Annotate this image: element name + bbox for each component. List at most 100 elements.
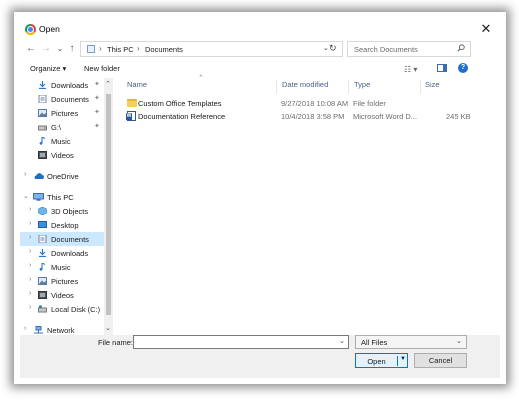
quick-access-pictures[interactable]: Pictures ✦ (20, 106, 104, 120)
chevron-down-icon[interactable]: ⌄ (456, 337, 462, 345)
nav-onedrive[interactable]: › OneDrive (20, 169, 104, 183)
nav-this-pc[interactable]: ⌄ This PC (20, 190, 104, 204)
expand-chevron-icon[interactable]: › (24, 325, 26, 332)
desktop-icon (38, 221, 47, 228)
title-bar (20, 18, 500, 42)
organize-button[interactable]: Organize ▾ (30, 64, 66, 73)
quick-access-music[interactable]: Music (20, 134, 104, 148)
nav-network[interactable]: › Network (20, 323, 104, 335)
music-note-icon (39, 263, 46, 271)
column-header-date[interactable]: Date modified (282, 80, 328, 96)
file-row[interactable]: Documentation Reference 10/4/2018 3:58 P… (121, 110, 471, 123)
file-name-input[interactable]: ⌄ (133, 335, 349, 349)
nav-3d-objects[interactable]: › 3D Objects (20, 204, 104, 218)
disk-icon (38, 305, 47, 313)
refresh-icon[interactable]: ↻ (329, 43, 337, 54)
help-icon[interactable]: ? (458, 63, 468, 73)
nav-desktop[interactable]: › Desktop (20, 218, 104, 232)
column-divider[interactable] (348, 80, 349, 94)
button-divider (397, 356, 398, 366)
chevron-down-icon[interactable]: ⌄ (23, 192, 29, 200)
open-button[interactable]: Open ▼ (355, 353, 408, 368)
scroll-up-arrow-icon[interactable]: ⌃ (105, 80, 111, 88)
preview-pane-icon[interactable] (437, 64, 447, 72)
new-folder-button[interactable]: New folder (84, 64, 120, 73)
nav-documents-selected[interactable]: › Documents (20, 232, 104, 246)
nav-videos[interactable]: › Videos (20, 288, 104, 302)
file-date: 9/27/2018 10:08 AM (281, 99, 349, 108)
file-row[interactable]: Custom Office Templates 9/27/2018 10:08 … (121, 97, 469, 110)
scroll-down-arrow-icon[interactable]: ⌄ (105, 324, 111, 332)
network-icon (34, 326, 43, 334)
file-type-value: All Files (361, 338, 388, 347)
quick-access-g-drive[interactable]: G:\ ✦ (20, 120, 104, 134)
computer-icon (33, 193, 44, 201)
expand-chevron-icon[interactable]: › (29, 304, 31, 311)
column-header-name[interactable]: Name (127, 80, 147, 96)
expand-chevron-icon[interactable]: › (24, 171, 26, 178)
nav-local-disk[interactable]: › Local Disk (C:) (20, 302, 104, 316)
column-header-type[interactable]: Type (354, 80, 370, 96)
nav-label: Pictures (51, 277, 79, 286)
file-date: 10/4/2018 3:58 PM (281, 112, 345, 121)
nav-pictures[interactable]: › Pictures (20, 274, 104, 288)
close-button[interactable]: ✕ (478, 21, 494, 37)
chevron-down-icon[interactable]: ⌄ (339, 337, 345, 345)
breadcrumb-documents[interactable]: Documents (145, 45, 183, 54)
file-type-select[interactable]: All Files ⌄ (355, 335, 467, 349)
pin-icon[interactable]: ✦ (94, 80, 100, 88)
back-button[interactable]: ← (24, 42, 38, 56)
nav-label: Documents (51, 235, 89, 244)
expand-chevron-icon[interactable]: › (29, 276, 31, 283)
nav-label: This PC (47, 193, 74, 202)
column-header-size[interactable]: Size (425, 80, 440, 96)
pin-icon[interactable]: ✦ (94, 122, 100, 130)
download-arrow-icon (39, 81, 46, 89)
column-divider[interactable] (420, 80, 421, 94)
quick-access-videos[interactable]: Videos (20, 148, 104, 162)
nav-label: Videos (51, 291, 74, 300)
view-options-icon[interactable]: ☷ ▾ (404, 65, 417, 74)
nav-label: Music (51, 137, 71, 146)
video-icon (38, 291, 47, 299)
nav-music[interactable]: › Music (20, 260, 104, 274)
cancel-button[interactable]: Cancel (414, 353, 467, 368)
breadcrumb-this-pc[interactable]: This PC (107, 45, 134, 54)
expand-chevron-icon[interactable]: › (29, 262, 31, 269)
open-dialog: Open ✕ ← → ⌄ ↑ › This PC › Documents ⌄ ↻… (20, 18, 500, 378)
video-icon (38, 151, 47, 159)
document-icon (38, 235, 47, 243)
open-dropdown-icon[interactable]: ▼ (400, 356, 406, 362)
navigation-pane: Downloads ✦ Documents ✦ Pictures ✦ G:\ ✦… (20, 78, 113, 335)
breadcrumb-separator: › (137, 44, 140, 53)
search-input[interactable]: Search Documents (354, 45, 418, 54)
expand-chevron-icon[interactable]: › (29, 248, 31, 255)
search-icon (457, 44, 465, 52)
quick-access-documents[interactable]: Documents ✦ (20, 92, 104, 106)
nav-scroll-thumb[interactable] (106, 94, 111, 315)
search-box[interactable]: Search Documents (347, 41, 471, 57)
address-bar[interactable]: › This PC › Documents ⌄ (80, 41, 343, 57)
nav-label: G:\ (51, 123, 62, 132)
chevron-down-icon[interactable]: ⌄ (323, 44, 329, 52)
forward-button[interactable]: → (39, 42, 53, 56)
quick-access-downloads[interactable]: Downloads ✦ (20, 78, 104, 92)
word-document-icon (126, 111, 136, 121)
up-button[interactable]: ↑ (65, 42, 79, 56)
column-divider[interactable] (276, 80, 277, 94)
download-arrow-icon (39, 249, 46, 257)
music-note-icon (39, 137, 46, 145)
nav-downloads[interactable]: › Downloads (20, 246, 104, 260)
expand-chevron-icon[interactable]: › (29, 234, 31, 241)
expand-chevron-icon[interactable]: › (29, 290, 31, 297)
pin-icon[interactable]: ✦ (94, 94, 100, 102)
nav-label: Network (47, 326, 75, 335)
cloud-icon (34, 173, 44, 179)
sort-ascending-icon: ⌃ (198, 75, 204, 82)
expand-chevron-icon[interactable]: › (29, 206, 31, 213)
expand-chevron-icon[interactable]: › (29, 220, 31, 227)
dialog-title: Open (39, 24, 60, 34)
computer-icon (87, 45, 95, 53)
pin-icon[interactable]: ✦ (94, 108, 100, 116)
drive-icon (38, 125, 47, 131)
